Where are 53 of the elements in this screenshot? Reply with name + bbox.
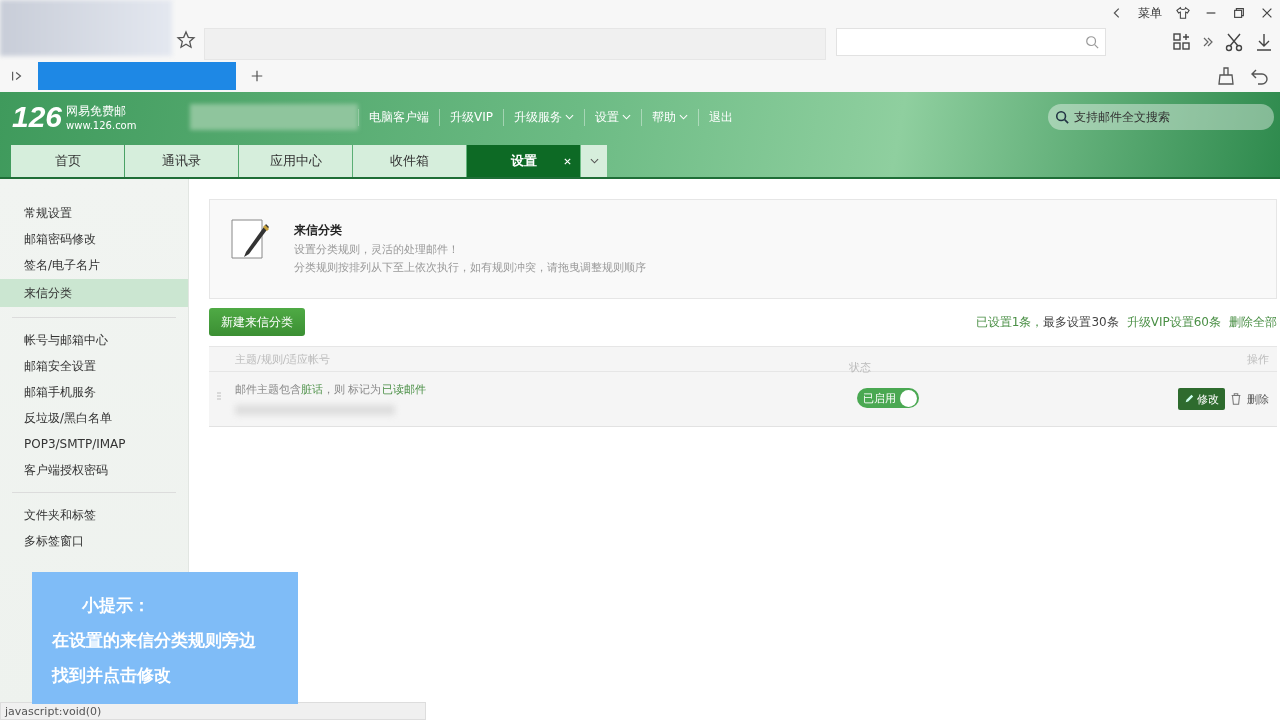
tip-text: 在设置的来信分类规则旁边	[52, 629, 257, 652]
sidebar-item[interactable]: 来信分类	[0, 279, 188, 307]
logo-number: 126	[12, 100, 63, 134]
broom-icon[interactable]	[1216, 66, 1236, 86]
sidebar-item[interactable]: 邮箱手机服务	[0, 380, 188, 404]
logo-domain: www.126.com	[66, 120, 137, 131]
sidebar-item[interactable]: 常规设置	[0, 201, 188, 225]
status-url: javascript:void(0)	[0, 702, 426, 720]
download-icon[interactable]	[1254, 32, 1274, 52]
close-icon[interactable]	[1260, 6, 1274, 20]
sidebar-item[interactable]: 邮箱安全设置	[0, 354, 188, 378]
browser-search-field[interactable]	[836, 28, 1106, 56]
sidebar-toggle-icon[interactable]	[10, 69, 24, 83]
sidebar-item[interactable]: 文件夹和标签	[0, 503, 188, 527]
rule-text: 邮件主题包含脏话，则 标记为已读邮件	[235, 382, 427, 397]
count-text: 已设置1条，	[975, 313, 1044, 331]
sidebar-item[interactable]: 邮箱密码修改	[0, 227, 188, 251]
sidebar-item[interactable]: 签名/电子名片	[0, 253, 188, 277]
plus-icon[interactable]	[250, 69, 264, 83]
upgrade-link[interactable]: 升级VIP设置60条	[1126, 313, 1221, 331]
limit-text: 最多设置30条	[1043, 313, 1119, 331]
nav-tab[interactable]: 收件箱	[353, 145, 466, 177]
star-icon[interactable]	[176, 30, 196, 50]
trash-icon[interactable]	[1229, 392, 1243, 406]
search-icon	[1085, 35, 1099, 49]
tip-title: 小提示：	[81, 594, 151, 617]
close-icon[interactable]	[563, 156, 572, 166]
shirt-icon[interactable]	[1176, 6, 1190, 20]
sidebar-item[interactable]: 客户端授权密码	[0, 458, 188, 482]
delete-link[interactable]: 删除	[1247, 391, 1269, 407]
sidebar-item[interactable]: POP3/SMTP/IMAP	[0, 432, 188, 456]
sidebar-item[interactable]: 反垃圾/黑白名单	[0, 406, 188, 430]
menu-button[interactable]: 菜单	[1138, 4, 1162, 22]
pencil-icon	[1184, 394, 1194, 404]
intro-title: 来信分类	[294, 222, 343, 239]
nav-tab[interactable]: 首页	[11, 145, 124, 177]
tip-text: 找到并点击修改	[52, 664, 172, 687]
intro-text: 分类规则按排列从下至上依次执行，如有规则冲突，请拖曳调整规则顺序	[294, 260, 646, 275]
nav-tab[interactable]: 通讯录	[125, 145, 238, 177]
sidebar-item[interactable]: 帐号与邮箱中心	[0, 328, 188, 352]
intro-text: 设置分类规则，灵活的处理邮件！	[294, 242, 460, 257]
apps-icon[interactable]	[1172, 32, 1192, 52]
restore-icon[interactable]	[1232, 6, 1246, 20]
edit-button[interactable]: 修改	[1178, 388, 1225, 410]
double-chevron-icon[interactable]	[1202, 36, 1214, 48]
delete-all-link[interactable]: 删除全部	[1229, 313, 1277, 331]
sidebar-item[interactable]: 多标签窗口	[0, 529, 188, 553]
search-icon	[1055, 110, 1069, 124]
nav-tab[interactable]: 应用中心	[239, 145, 352, 177]
scissors-icon[interactable]	[1224, 32, 1244, 52]
logo-name: 网易免费邮	[66, 103, 128, 120]
nav-tab[interactable]: 设置	[467, 145, 580, 177]
caret-icon	[589, 158, 599, 164]
